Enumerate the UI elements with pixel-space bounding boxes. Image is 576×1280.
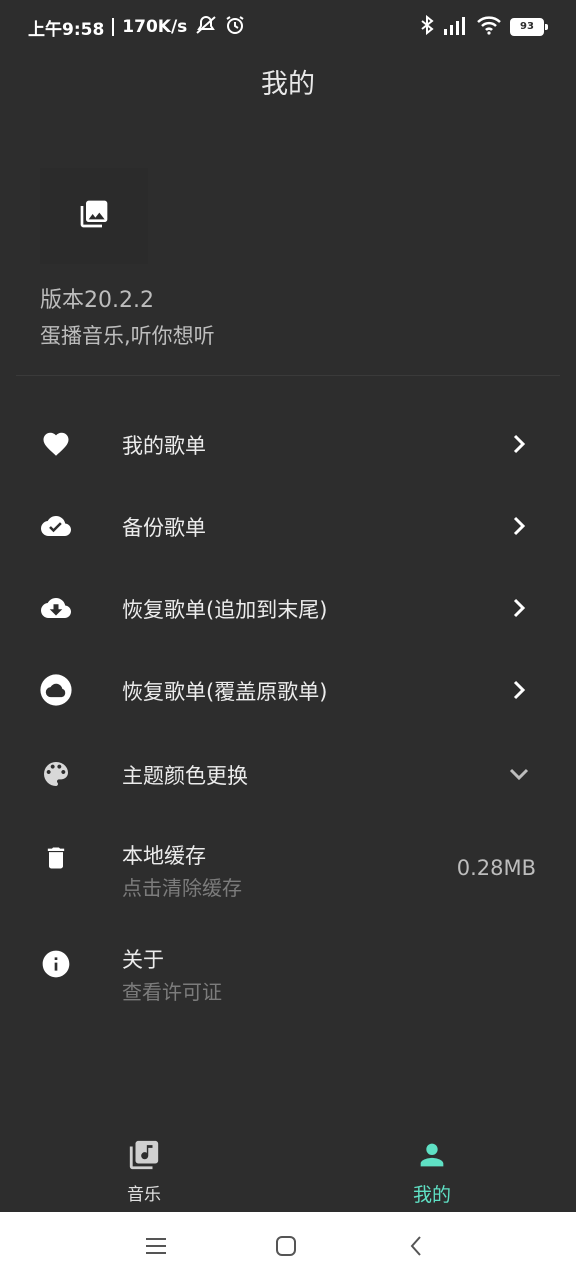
menu-item-backup-playlist[interactable]: 备份歌单	[0, 488, 576, 564]
battery-icon: 93	[510, 18, 548, 36]
menu-item-sub: 查看许可证	[122, 980, 222, 1004]
menu-item-label: 我的歌单	[122, 434, 206, 458]
chevron-right-icon	[506, 677, 532, 703]
menu-item-local-cache[interactable]: 本地缓存 点击清除缓存 0.28MB	[0, 830, 576, 910]
chevron-right-icon	[506, 595, 532, 621]
cloud-download-icon	[38, 590, 74, 626]
image-library-icon	[78, 198, 110, 234]
mute-icon	[195, 15, 217, 40]
alarm-icon	[225, 15, 245, 40]
menu-item-label: 主题颜色更换	[122, 764, 248, 788]
page-title: 我的	[261, 69, 315, 100]
tab-music[interactable]: 音乐	[84, 1138, 204, 1205]
person-icon	[415, 1138, 449, 1176]
cache-size: 0.28MB	[456, 856, 536, 880]
info-icon	[38, 946, 74, 982]
menu-item-sub: 点击清除缓存	[122, 876, 242, 900]
menu-item-label: 恢复歌单(追加到末尾)	[122, 598, 328, 622]
wifi-icon	[476, 15, 502, 40]
chevron-right-icon	[506, 431, 532, 457]
menu-item-about[interactable]: 关于 查看许可证	[0, 934, 576, 1014]
app-version: 版本20.2.2	[40, 288, 154, 313]
status-right: 93	[420, 14, 548, 40]
palette-icon	[38, 756, 74, 792]
menu-item-label: 备份歌单	[122, 516, 206, 540]
menu-item-label: 本地缓存	[122, 844, 206, 868]
chevron-right-icon	[506, 513, 532, 539]
status-bar: 上午9:58 170K/s 93	[0, 0, 576, 54]
signal-icon	[442, 15, 468, 40]
network-speed: 170K/s	[122, 17, 188, 37]
back-icon[interactable]	[402, 1232, 430, 1260]
status-time: 上午9:58	[28, 19, 105, 40]
menu-item-label: 恢复歌单(覆盖原歌单)	[122, 680, 328, 704]
cover-image[interactable]	[40, 168, 148, 264]
battery-level: 93	[510, 18, 544, 36]
home-icon[interactable]	[272, 1232, 300, 1260]
trash-icon	[38, 840, 74, 876]
bottom-navigation: 音乐 我的	[0, 1122, 576, 1212]
menu-item-restore-overwrite[interactable]: 恢复歌单(覆盖原歌单)	[0, 652, 576, 728]
menu-item-restore-append[interactable]: 恢复歌单(追加到末尾)	[0, 570, 576, 646]
music-library-icon	[127, 1138, 161, 1176]
divider	[16, 375, 560, 376]
menu-item-theme-color[interactable]: 主题颜色更换	[0, 736, 576, 812]
cloud-check-icon	[38, 508, 74, 544]
tab-label: 音乐	[127, 1185, 161, 1205]
tab-label: 我的	[412, 1184, 451, 1206]
cloud-icon	[38, 672, 74, 708]
bluetooth-icon	[420, 14, 434, 40]
menu-item-label: 关于	[122, 948, 164, 972]
heart-icon	[38, 426, 74, 462]
menu-item-my-playlist[interactable]: 我的歌单	[0, 406, 576, 482]
app-slogan: 蛋播音乐,听你想听	[40, 324, 215, 348]
status-left: 上午9:58 170K/s	[28, 15, 245, 40]
status-separator	[112, 18, 115, 36]
menu-icon[interactable]	[142, 1232, 170, 1260]
system-navigation-bar	[0, 1212, 576, 1280]
tab-mine[interactable]: 我的	[372, 1138, 492, 1207]
chevron-down-icon	[506, 761, 532, 787]
